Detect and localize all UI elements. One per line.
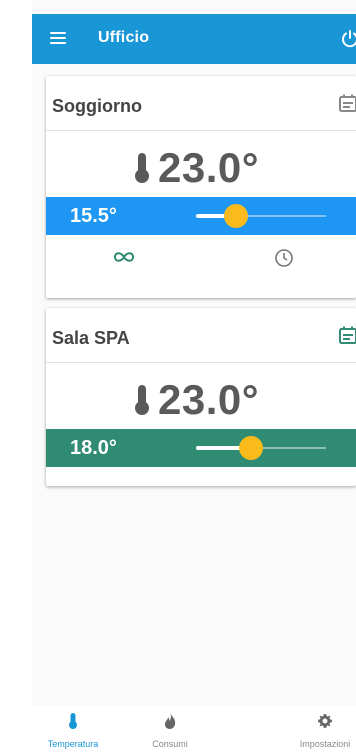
card-divider (46, 362, 356, 363)
gear-icon (318, 714, 332, 728)
setpoint-value: 18.0° (70, 437, 117, 459)
app-title: Ufficio (98, 29, 150, 46)
clock-icon[interactable] (274, 248, 294, 268)
thermometer-icon (69, 713, 77, 729)
mode-row (46, 238, 356, 278)
infinity-icon[interactable] (112, 248, 136, 266)
setpoint-slider[interactable] (196, 204, 326, 228)
nav-impostazioni[interactable]: Impostazioni (270, 712, 356, 749)
room-name: Sala SPA (52, 328, 130, 348)
current-temperature: 23.0° (132, 376, 259, 424)
nav-label: Temperatura (47, 739, 99, 749)
setpoint-bar: 15.5° (46, 197, 356, 235)
current-temperature: 23.0° (132, 144, 259, 192)
temperature-value: 23.0° (158, 144, 260, 191)
thermometer-icon (135, 385, 149, 415)
calendar-icon[interactable] (338, 325, 356, 345)
nav-label: Impostazioni (299, 739, 351, 749)
app-bar: Ufficio (32, 14, 356, 64)
card-divider (46, 130, 356, 131)
room-card-soggiorno[interactable]: Soggiorno 23.0° 15.5° (46, 76, 356, 298)
slider-thumb[interactable] (238, 436, 263, 460)
temperature-value: 23.0° (158, 376, 260, 423)
room-name: Soggiorno (52, 96, 142, 116)
nav-label: Consumi (152, 739, 188, 749)
setpoint-value: 15.5° (70, 205, 117, 227)
nav-temperatura[interactable]: Temperatura (32, 712, 123, 749)
app-screen: Ufficio Soggiorno 23.0° 15.5° Sala SPA 2… (32, 0, 356, 756)
calendar-icon[interactable] (338, 93, 356, 113)
menu-icon[interactable] (50, 32, 66, 44)
nav-consumi[interactable]: Consumi (120, 712, 220, 749)
bottom-navigation: Temperatura Consumi Impostazioni (32, 706, 356, 756)
setpoint-bar: 18.0° (46, 429, 356, 467)
thermometer-icon (135, 153, 149, 183)
slider-thumb[interactable] (224, 204, 249, 228)
setpoint-slider[interactable] (196, 436, 326, 460)
flame-icon (164, 713, 176, 729)
power-icon[interactable] (340, 29, 356, 49)
room-card-sala-spa[interactable]: Sala SPA 23.0° 18.0° (46, 308, 356, 486)
